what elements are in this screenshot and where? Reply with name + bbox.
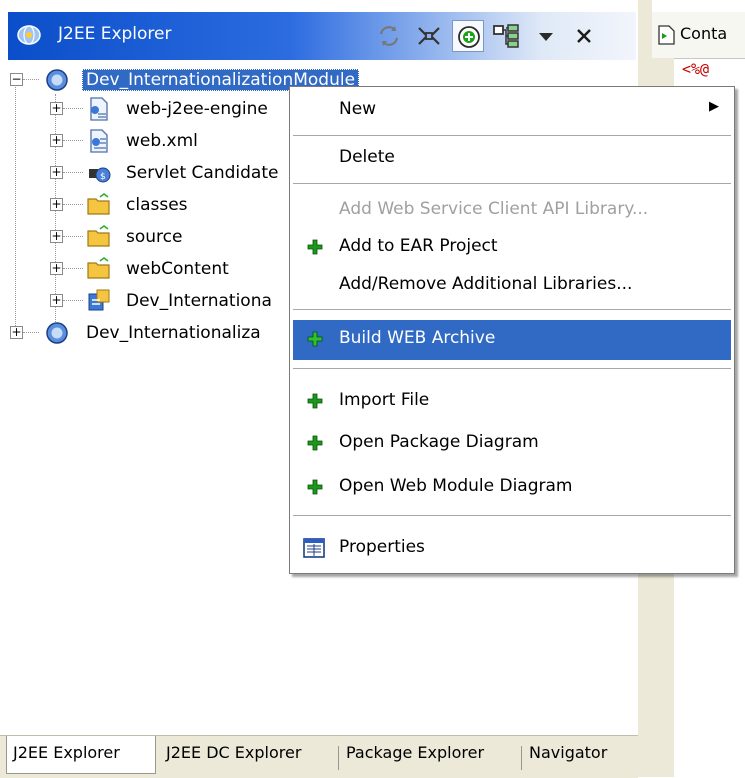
expand-toggle-icon[interactable]: +: [50, 102, 63, 115]
menu-item-label: Build WEB Archive: [339, 328, 496, 348]
tree-item-label: Servlet Candidate: [126, 163, 279, 183]
package-icon: [88, 289, 110, 311]
green-plus-icon: [307, 393, 323, 409]
collapse-toggle-icon[interactable]: −: [10, 73, 23, 86]
tree-item-label: webContent: [126, 259, 229, 279]
menu-item-open-web-module-diagram[interactable]: Open Web Module Diagram: [293, 468, 731, 508]
svg-text:$: $: [100, 172, 106, 182]
bottom-tab-bar: J2EE Explorer J2EE DC Explorer Package E…: [0, 735, 638, 778]
menu-item-open-package-diagram[interactable]: Open Package Diagram: [293, 424, 731, 464]
add-item-icon[interactable]: [452, 20, 484, 52]
expand-toggle-icon[interactable]: +: [50, 294, 63, 307]
collapse-all-icon[interactable]: [413, 20, 445, 52]
folder-icon: [87, 257, 110, 279]
menu-item-label: Add/Remove Additional Libraries...: [339, 274, 633, 294]
menu-item-label: Delete: [339, 147, 395, 167]
menu-item-add-web-service-client-api-library: Add Web Service Client API Library...: [293, 191, 731, 231]
tree-item-label: classes: [126, 195, 188, 215]
menu-item-delete[interactable]: Delete: [293, 139, 731, 179]
j2ee-explorer-icon: [17, 25, 41, 45]
menu-item-label: New: [339, 99, 377, 119]
green-plus-icon: [307, 331, 323, 347]
submenu-arrow-icon: ▶: [709, 99, 719, 114]
menu-item-add-to-ear-project[interactable]: Add to EAR Project: [293, 228, 731, 268]
expand-toggle-icon[interactable]: +: [50, 166, 63, 179]
expand-toggle-icon[interactable]: +: [50, 262, 63, 275]
tab-label: Navigator: [529, 743, 608, 762]
folder-icon: [87, 193, 110, 215]
expand-toggle-icon[interactable]: +: [50, 230, 63, 243]
menu-separator: [293, 515, 731, 516]
tree-item-dev-internationa[interactable]: + Dev_Internationa: [8, 286, 298, 318]
tree-item-web-j2ee-engine[interactable]: + web-j2ee-engine: [8, 94, 298, 126]
hierarchy-icon[interactable]: [490, 20, 522, 52]
menu-separator: [293, 309, 731, 310]
menu-item-label: Open Package Diagram: [339, 432, 539, 452]
tree-item-classes[interactable]: + classes: [8, 190, 298, 222]
tab-package-explorer[interactable]: Package Explorer: [340, 736, 520, 774]
tab-navigator[interactable]: Navigator: [523, 736, 633, 774]
tab-label: J2EE DC Explorer: [166, 743, 302, 762]
menu-item-label: Add Web Service Client API Library...: [339, 199, 649, 219]
menu-item-label: Add to EAR Project: [339, 236, 498, 256]
tree-item-label: web.xml: [126, 131, 198, 151]
menu-item-label: Open Web Module Diagram: [339, 476, 573, 496]
tab-j2ee-dc-explorer[interactable]: J2EE DC Explorer: [160, 736, 334, 774]
web-module-icon: [46, 69, 68, 91]
folder-icon: [87, 225, 110, 247]
tab-label: Package Explorer: [346, 743, 485, 762]
close-icon[interactable]: [568, 20, 600, 52]
code-text: <%@: [682, 60, 710, 78]
tree-item-web-xml[interactable]: + web.xml: [8, 126, 298, 158]
properties-icon: [303, 538, 325, 558]
jsp-file-icon: [658, 25, 675, 45]
tree-item-servlet-candidates[interactable]: + $ Servlet Candidate: [8, 158, 298, 190]
web-module-icon: [46, 322, 68, 344]
tree-item-label: web-j2ee-engine: [126, 99, 268, 119]
tree-item-label: Dev_Internationaliza: [86, 323, 261, 343]
menu-item-label: Properties: [339, 537, 425, 557]
menu-item-build-web-archive[interactable]: Build WEB Archive: [293, 320, 731, 360]
tree-item-source[interactable]: + source: [8, 222, 298, 254]
menu-item-properties[interactable]: Properties: [293, 529, 731, 569]
tab-j2ee-explorer[interactable]: J2EE Explorer: [6, 736, 156, 774]
menu-separator: [293, 135, 731, 136]
view-menu-dropdown-icon[interactable]: [530, 20, 562, 52]
view-title-bar: J2EE Explorer: [8, 12, 636, 60]
menu-separator: [293, 368, 731, 369]
xml-file-icon: [90, 129, 108, 153]
menu-item-label: Import File: [339, 390, 430, 410]
descriptor-file-icon: [90, 97, 108, 121]
tree-item-label: source: [126, 227, 183, 247]
menu-separator: [293, 183, 731, 184]
tree-item-second-root[interactable]: + Dev_Internationaliza: [8, 318, 298, 350]
view-title: J2EE Explorer: [58, 24, 172, 44]
editor-tab-label: Conta: [680, 24, 728, 43]
context-menu: New ▶ Delete Add Web Service Client API …: [289, 86, 735, 574]
green-plus-icon: [307, 479, 323, 495]
tab-label: J2EE Explorer: [13, 743, 120, 762]
tree-item-webcontent[interactable]: + webContent: [8, 254, 298, 286]
tree-item-label: Dev_Internationa: [126, 291, 272, 311]
expand-toggle-icon[interactable]: +: [50, 134, 63, 147]
expand-toggle-icon[interactable]: +: [10, 326, 23, 339]
editor-tab[interactable]: Conta: [652, 12, 745, 59]
menu-item-add-remove-additional-libraries[interactable]: Add/Remove Additional Libraries...: [293, 266, 731, 306]
green-plus-icon: [307, 435, 323, 451]
green-plus-icon: [307, 239, 323, 255]
sync-icon[interactable]: [373, 20, 405, 52]
expand-toggle-icon[interactable]: +: [50, 198, 63, 211]
servlet-icon: $: [89, 167, 111, 183]
menu-item-import-file[interactable]: Import File: [293, 382, 731, 422]
menu-item-new[interactable]: New ▶: [293, 91, 731, 131]
